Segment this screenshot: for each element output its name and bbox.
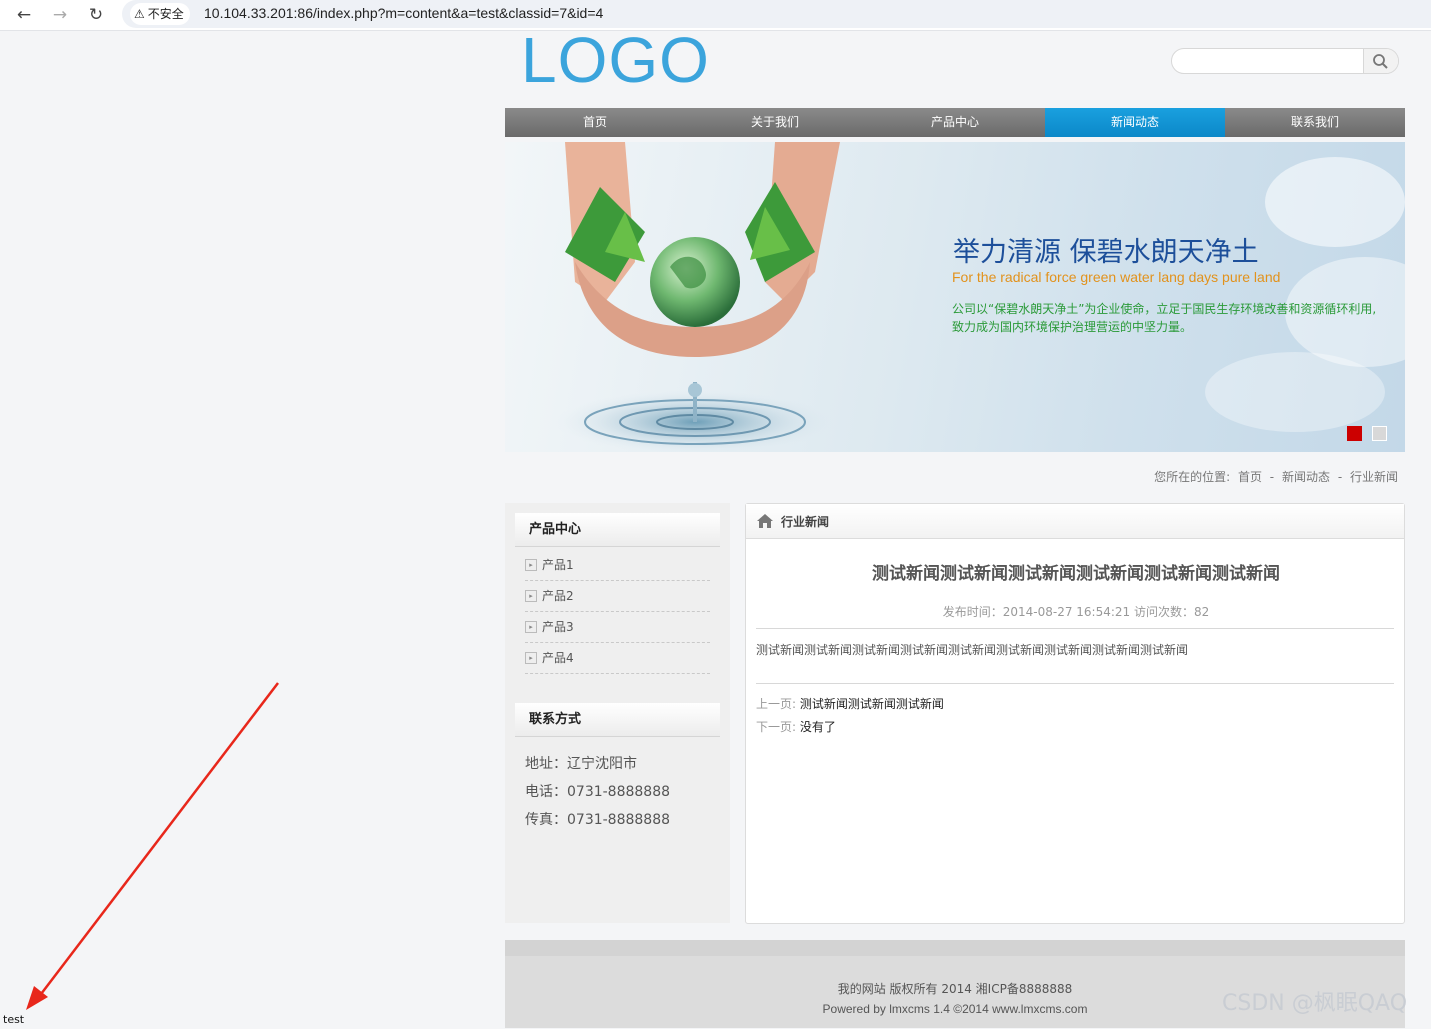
main-nav: 首页 关于我们 产品中心 新闻动态 联系我们 (505, 108, 1405, 137)
banner-description: 公司以“保碧水朗天净土”为企业使命，立足于国民生存环境改善和资源循环利用, 致力… (952, 300, 1397, 336)
nav-contact[interactable]: 联系我们 (1225, 108, 1405, 137)
contact-list: 地址：辽宁沈阳市 电话：0731-8888888 传真：0731-8888888 (525, 753, 670, 837)
banner-subtitle: For the radical force green water lang d… (952, 269, 1281, 285)
prev-link[interactable]: 上一页: 测试新闻测试新闻测试新闻 (756, 695, 944, 712)
search-box (1171, 48, 1399, 74)
next-label: 下一页: (756, 720, 797, 734)
breadcrumb-industry-news[interactable]: 行业新闻 (1350, 470, 1398, 484)
divider (756, 683, 1394, 684)
url-text[interactable]: 10.104.33.201:86/index.php?m=content&a=t… (204, 5, 603, 21)
article-panel-header: 行业新闻 (746, 504, 1404, 539)
contact-address: 地址：辽宁沈阳市 (525, 756, 637, 772)
next-title: 没有了 (799, 720, 836, 734)
search-icon (1373, 54, 1388, 69)
breadcrumb-label: 您所在的位置: (1154, 470, 1231, 484)
sidebar: 产品中心 ▸ 产品1 ▸ 产品2 ▸ 产品3 ▸ 产品4 联系方式 地址：辽宁沈阳市 电… (505, 503, 730, 923)
nav-about[interactable]: 关于我们 (685, 108, 865, 137)
banner-title: 举力清源 保碧水朗天净土 (953, 237, 1259, 268)
cloud-decoration (1205, 157, 1405, 432)
product-item[interactable]: ▸ 产品1 (525, 550, 710, 581)
next-link: 下一页: 没有了 (756, 718, 836, 735)
search-input[interactable] (1178, 51, 1362, 71)
product-label: 产品4 (542, 651, 574, 665)
caret-right-icon: ▸ (525, 559, 537, 571)
nav-news[interactable]: 新闻动态 (1045, 108, 1225, 137)
banner-description-line: 公司以“保碧水朗天净土”为企业使命，立足于国民生存环境改善和资源循环利用, (952, 302, 1377, 316)
browser-toolbar: ← → ↻ ⚠ 不安全 10.104.33.201:86/index.php?m… (0, 0, 1431, 31)
hands-globe-water-image (555, 142, 840, 452)
products-heading: 产品中心 (515, 513, 720, 547)
section-title: 行业新闻 (781, 514, 830, 529)
slide-dot-2[interactable] (1372, 426, 1387, 441)
product-item[interactable]: ▸ 产品3 (525, 612, 710, 643)
caret-right-icon: ▸ (525, 652, 537, 664)
nav-products[interactable]: 产品中心 (865, 108, 1045, 137)
home-icon (757, 514, 773, 528)
site-logo[interactable]: LOGO (521, 28, 710, 92)
forward-arrow-icon[interactable]: → (50, 5, 70, 25)
security-label: 不安全 (147, 7, 184, 21)
nav-home[interactable]: 首页 (505, 108, 685, 137)
contact-phone: 电话：0731-8888888 (525, 784, 671, 800)
product-item[interactable]: ▸ 产品4 (525, 643, 710, 674)
contact-heading: 联系方式 (515, 703, 720, 737)
contact-fax: 传真：0731-8888888 (525, 812, 671, 828)
prev-title[interactable]: 测试新闻测试新闻测试新闻 (800, 697, 944, 711)
breadcrumb-separator: - (1269, 470, 1275, 484)
caret-right-icon: ▸ (525, 621, 537, 633)
search-button[interactable] (1363, 49, 1398, 73)
watermark-text: CSDN @枫眠QAQ (1222, 991, 1408, 1016)
hero-banner[interactable]: 举力清源 保碧水朗天净土 For the radical force green… (505, 142, 1405, 452)
caret-right-icon: ▸ (525, 590, 537, 602)
article-body: 测试新闻测试新闻测试新闻测试新闻测试新闻测试新闻测试新闻测试新闻测试新闻 (756, 643, 1189, 657)
banner-description-line: 致力成为国内环境保护治理营运的中坚力量。 (952, 320, 1193, 334)
product-label: 产品3 (542, 620, 574, 634)
breadcrumb-home[interactable]: 首页 (1238, 470, 1262, 484)
product-list: ▸ 产品1 ▸ 产品2 ▸ 产品3 ▸ 产品4 (525, 550, 710, 674)
divider (756, 628, 1394, 629)
back-arrow-icon[interactable]: ← (14, 5, 34, 25)
slide-dot-1[interactable] (1347, 426, 1362, 441)
status-bar-text: test (3, 1013, 25, 1026)
product-label: 产品2 (542, 589, 574, 603)
breadcrumb-news[interactable]: 新闻动态 (1282, 470, 1330, 484)
article-title: 测试新闻测试新闻测试新闻测试新闻测试新闻测试新闻 (872, 564, 1280, 584)
reload-icon[interactable]: ↻ (86, 5, 106, 25)
address-bar[interactable]: ⚠ 不安全 10.104.33.201:86/index.php?m=conte… (122, 0, 1431, 28)
warning-triangle-icon: ⚠ (134, 7, 145, 21)
article-panel: 行业新闻 测试新闻测试新闻测试新闻测试新闻测试新闻测试新闻 发布时间：2014-… (745, 503, 1405, 924)
article-meta: 发布时间：2014-08-27 16:54:21 访问次数：82 (942, 605, 1210, 619)
security-indicator[interactable]: ⚠ 不安全 (130, 3, 190, 25)
breadcrumb: 您所在的位置: 首页 - 新闻动态 - 行业新闻 (1152, 468, 1400, 485)
breadcrumb-separator: - (1337, 470, 1343, 484)
product-label: 产品1 (542, 558, 574, 572)
prev-label: 上一页: (756, 697, 797, 711)
product-item[interactable]: ▸ 产品2 (525, 581, 710, 612)
annotation-arrow (26, 682, 279, 1010)
